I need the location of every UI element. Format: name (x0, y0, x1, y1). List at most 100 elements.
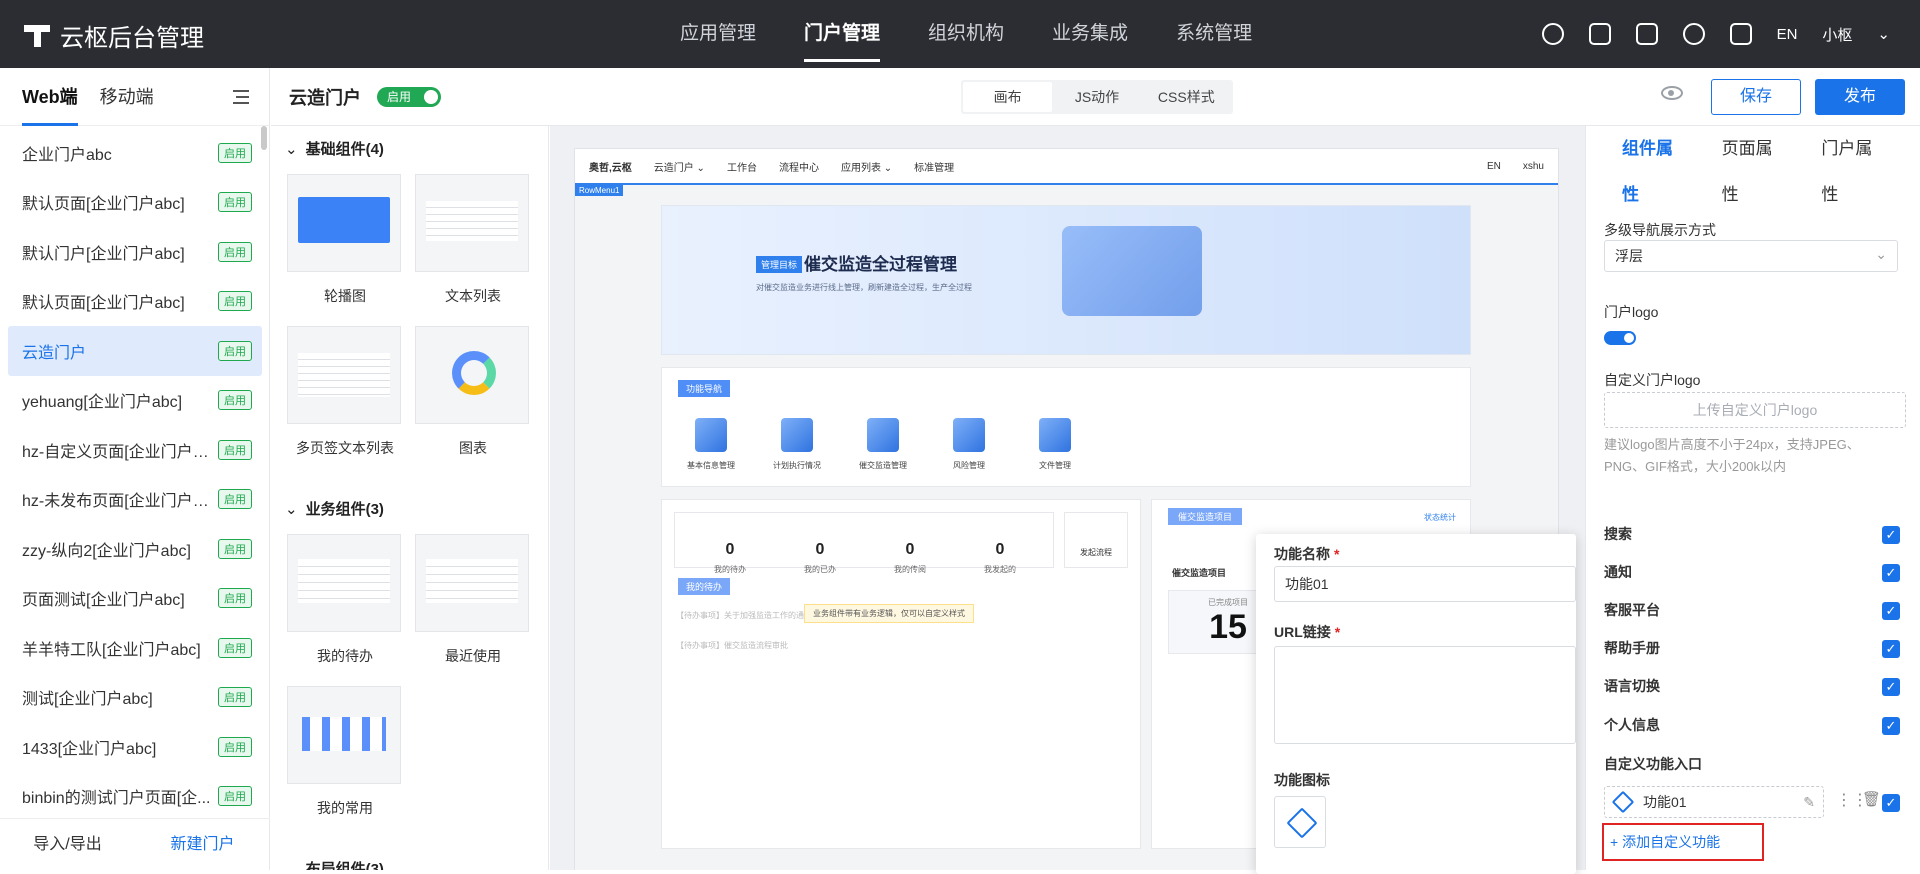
nav-system[interactable]: 系统管理 (1176, 0, 1252, 68)
component-chart[interactable]: 图表 (415, 326, 531, 478)
edit-icon[interactable]: ✎ (1803, 787, 1815, 817)
status-badge: 启用 (218, 489, 252, 510)
start-flow-button: 发起流程 (1064, 512, 1128, 568)
preview-banner[interactable]: 管理目标 催交监造全过程管理 对催交监造业务进行线上管理，刷新建造全过程，生产全… (661, 205, 1471, 355)
preview-eye-icon[interactable] (1661, 86, 1683, 100)
project-tag: 催交监造项目 (1168, 508, 1243, 525)
portal-list-item[interactable]: 页面测试[企业门户abc] 启用 (8, 574, 262, 624)
portal-list-item[interactable]: 云造门户 启用 (8, 326, 262, 376)
preview-func-nav[interactable]: 功能导航 基本信息管理 计划执行情况 催交监造管理 风险管理 文件管理 (661, 367, 1471, 487)
component-label: 最近使用 (445, 648, 501, 664)
portal-list-item[interactable]: hz-未发布页面[企业门户ab... 启用 (8, 475, 262, 525)
add-custom-function-button[interactable]: + 添加自定义功能 (1602, 823, 1764, 861)
mode-css[interactable]: CSS样式 (1142, 82, 1231, 112)
portal-list-item[interactable]: 默认门户[企业门户abc] 启用 (8, 227, 262, 277)
user-menu[interactable]: 小枢 (1822, 24, 1852, 45)
function-icon-picker[interactable] (1274, 796, 1326, 848)
custom-function-item[interactable]: 功能01 ✎ (1604, 786, 1824, 818)
language-switch[interactable]: EN (1777, 26, 1798, 43)
preview-brand: 奥哲,云枢 (589, 162, 632, 174)
portal-list-item[interactable]: 默认页面[企业门户abc] 启用 (8, 178, 262, 228)
function-name-input[interactable]: 功能01 (1274, 566, 1576, 602)
chevron-down-icon[interactable]: ⌄ (1877, 25, 1890, 43)
nav-integration[interactable]: 业务集成 (1052, 0, 1128, 68)
portal-list-item[interactable]: 羊羊特工队[企业门户abc] 启用 (8, 623, 262, 673)
portal-list: 企业门户abc 启用 默认页面[企业门户abc] 启用 默认门户[企业门户abc] 启用默… (8, 128, 262, 821)
component-carousel[interactable]: 轮播图 (287, 174, 403, 326)
tab-portal-props[interactable]: 门户属性 (1821, 126, 1881, 204)
nav-app-manage[interactable]: 应用管理 (680, 0, 756, 68)
component-my-todo[interactable]: 我的待办 (287, 534, 403, 686)
check-notice[interactable]: 通知 ✓ (1604, 562, 1900, 584)
help-book-icon[interactable] (1729, 23, 1752, 45)
editor-mode-switch: 画布 JS动作 CSS样式 (961, 80, 1233, 114)
import-export-button[interactable]: 导入/导出 (0, 819, 135, 870)
checkbox-icon: ✓ (1882, 526, 1900, 544)
top-bar: 云枢后台管理 应用管理 门户管理 组织机构 业务集成 系统管理 EN 小枢 ⌄ (0, 0, 1920, 68)
portal-list-item[interactable]: hz-自定义页面[企业门户ab... 启用 (8, 425, 262, 475)
func-nav-item: 基本信息管理 (684, 418, 738, 471)
sidebar-scrollbar[interactable] (261, 126, 267, 150)
portal-list-item[interactable]: 企业门户abc 启用 (8, 128, 262, 178)
cube-icon (1611, 790, 1635, 814)
chart-thumb (415, 326, 529, 424)
status-badge: 启用 (218, 588, 252, 609)
todo-row: 【待办事项】催交监造流程审批 (676, 641, 788, 650)
custom-function-popover: 功能名称 * 功能01 URL链接 * 功能图标 (1256, 534, 1576, 874)
check-language[interactable]: 语言切换 ✓ (1604, 676, 1900, 698)
custom-item-checkbox[interactable]: ✓ (1882, 794, 1900, 812)
mode-canvas[interactable]: 画布 (963, 82, 1053, 112)
check-profile[interactable]: 个人信息 ✓ (1604, 715, 1900, 737)
url-label: URL链接 * (1274, 624, 1341, 640)
nav-portal-manage[interactable]: 门户管理 (804, 0, 881, 68)
layout-components-title[interactable]: 布局组件(3) (285, 858, 384, 870)
preview-todo-block[interactable]: 0 我的待办 0 我的已办 0 我的传阅 0 我发起的 发起流程 我的待办 【待办事项】… (661, 499, 1141, 849)
save-button[interactable]: 保存 (1711, 79, 1801, 115)
tab-web[interactable]: Web端 (22, 68, 78, 126)
check-search[interactable]: 搜索 ✓ (1604, 524, 1900, 546)
preview-nav[interactable]: 奥哲,云枢 云造门户 ⌄ 工作台 流程中心 应用列表 ⌄ 标准管理 EN xsh… (575, 149, 1558, 185)
multi-nav-select[interactable]: 浮层 (1604, 239, 1898, 272)
portal-list-item[interactable]: 1433[企业门户abc] 启用 (8, 722, 262, 772)
collapse-menu-icon[interactable] (233, 90, 249, 104)
project-subtitle: 催交监造项目 (1172, 568, 1227, 578)
status-badge: 启用 (218, 390, 252, 411)
apps-grid-icon[interactable] (1635, 23, 1658, 45)
business-components-title[interactable]: 业务组件(3) (285, 498, 384, 519)
component-my-frequent[interactable]: 我的常用 (287, 686, 403, 838)
app-logo[interactable]: 云枢后台管理 (24, 18, 204, 53)
stat-item: 0 我的待办 (714, 541, 746, 574)
mode-js[interactable]: JS动作 (1052, 82, 1141, 112)
tab-component-props[interactable]: 组件属性 (1622, 126, 1682, 204)
basic-components-title[interactable]: 基础组件(4) (285, 138, 384, 159)
check-service[interactable]: 客服平台 ✓ (1604, 600, 1900, 622)
tab-page-props[interactable]: 页面属性 (1722, 126, 1782, 204)
nav-org[interactable]: 组织机构 (928, 0, 1004, 68)
delete-icon[interactable]: 🗑 (1862, 790, 1881, 808)
logo-icon (24, 23, 50, 49)
portal-list-item[interactable]: binbin的测试门户页面[企... 启用 (8, 772, 262, 822)
portal-name: 默认页面[企业门户abc] (22, 295, 185, 313)
portal-list-item[interactable]: zzy-纵向2[企业门户abc] 启用 (8, 524, 262, 574)
logo-toggle[interactable] (1604, 331, 1636, 345)
component-text-list[interactable]: 文本列表 (415, 174, 531, 326)
url-textarea[interactable] (1274, 646, 1576, 744)
component-recent[interactable]: 最近使用 (415, 534, 531, 686)
portal-list-item[interactable]: yehuang[企业门户abc] 启用 (8, 376, 262, 426)
new-portal-button[interactable]: 新建门户 (135, 819, 270, 870)
check-help[interactable]: 帮助手册 ✓ (1604, 638, 1900, 660)
portal-status-toggle[interactable]: 启用 (377, 87, 441, 107)
theme-icon[interactable] (1541, 23, 1564, 45)
component-tab-text-list[interactable]: 多页签文本列表 (287, 326, 403, 478)
home-icon[interactable] (1588, 23, 1611, 45)
portal-sidebar: Web端 移动端 企业门户abc 启用 默认页面[企业门户abc] 启用 默认门户[企业… (0, 68, 270, 870)
portal-list-item[interactable]: 测试[企业门户abc] 启用 (8, 673, 262, 723)
support-icon[interactable] (1682, 23, 1705, 45)
business-notice: 业务组件带有业务逻辑，仅可以自定义样式 (804, 604, 974, 623)
publish-button[interactable]: 发布 (1815, 79, 1905, 115)
preview-nav-item: 云造门户 ⌄ (653, 162, 705, 174)
upload-logo-button[interactable]: 上传自定义门户logo (1604, 392, 1906, 428)
tab-mobile[interactable]: 移动端 (100, 68, 154, 126)
portal-list-item[interactable]: 默认页面[企业门户abc] 启用 (8, 277, 262, 327)
function-name-label: 功能名称 * (1274, 546, 1340, 562)
